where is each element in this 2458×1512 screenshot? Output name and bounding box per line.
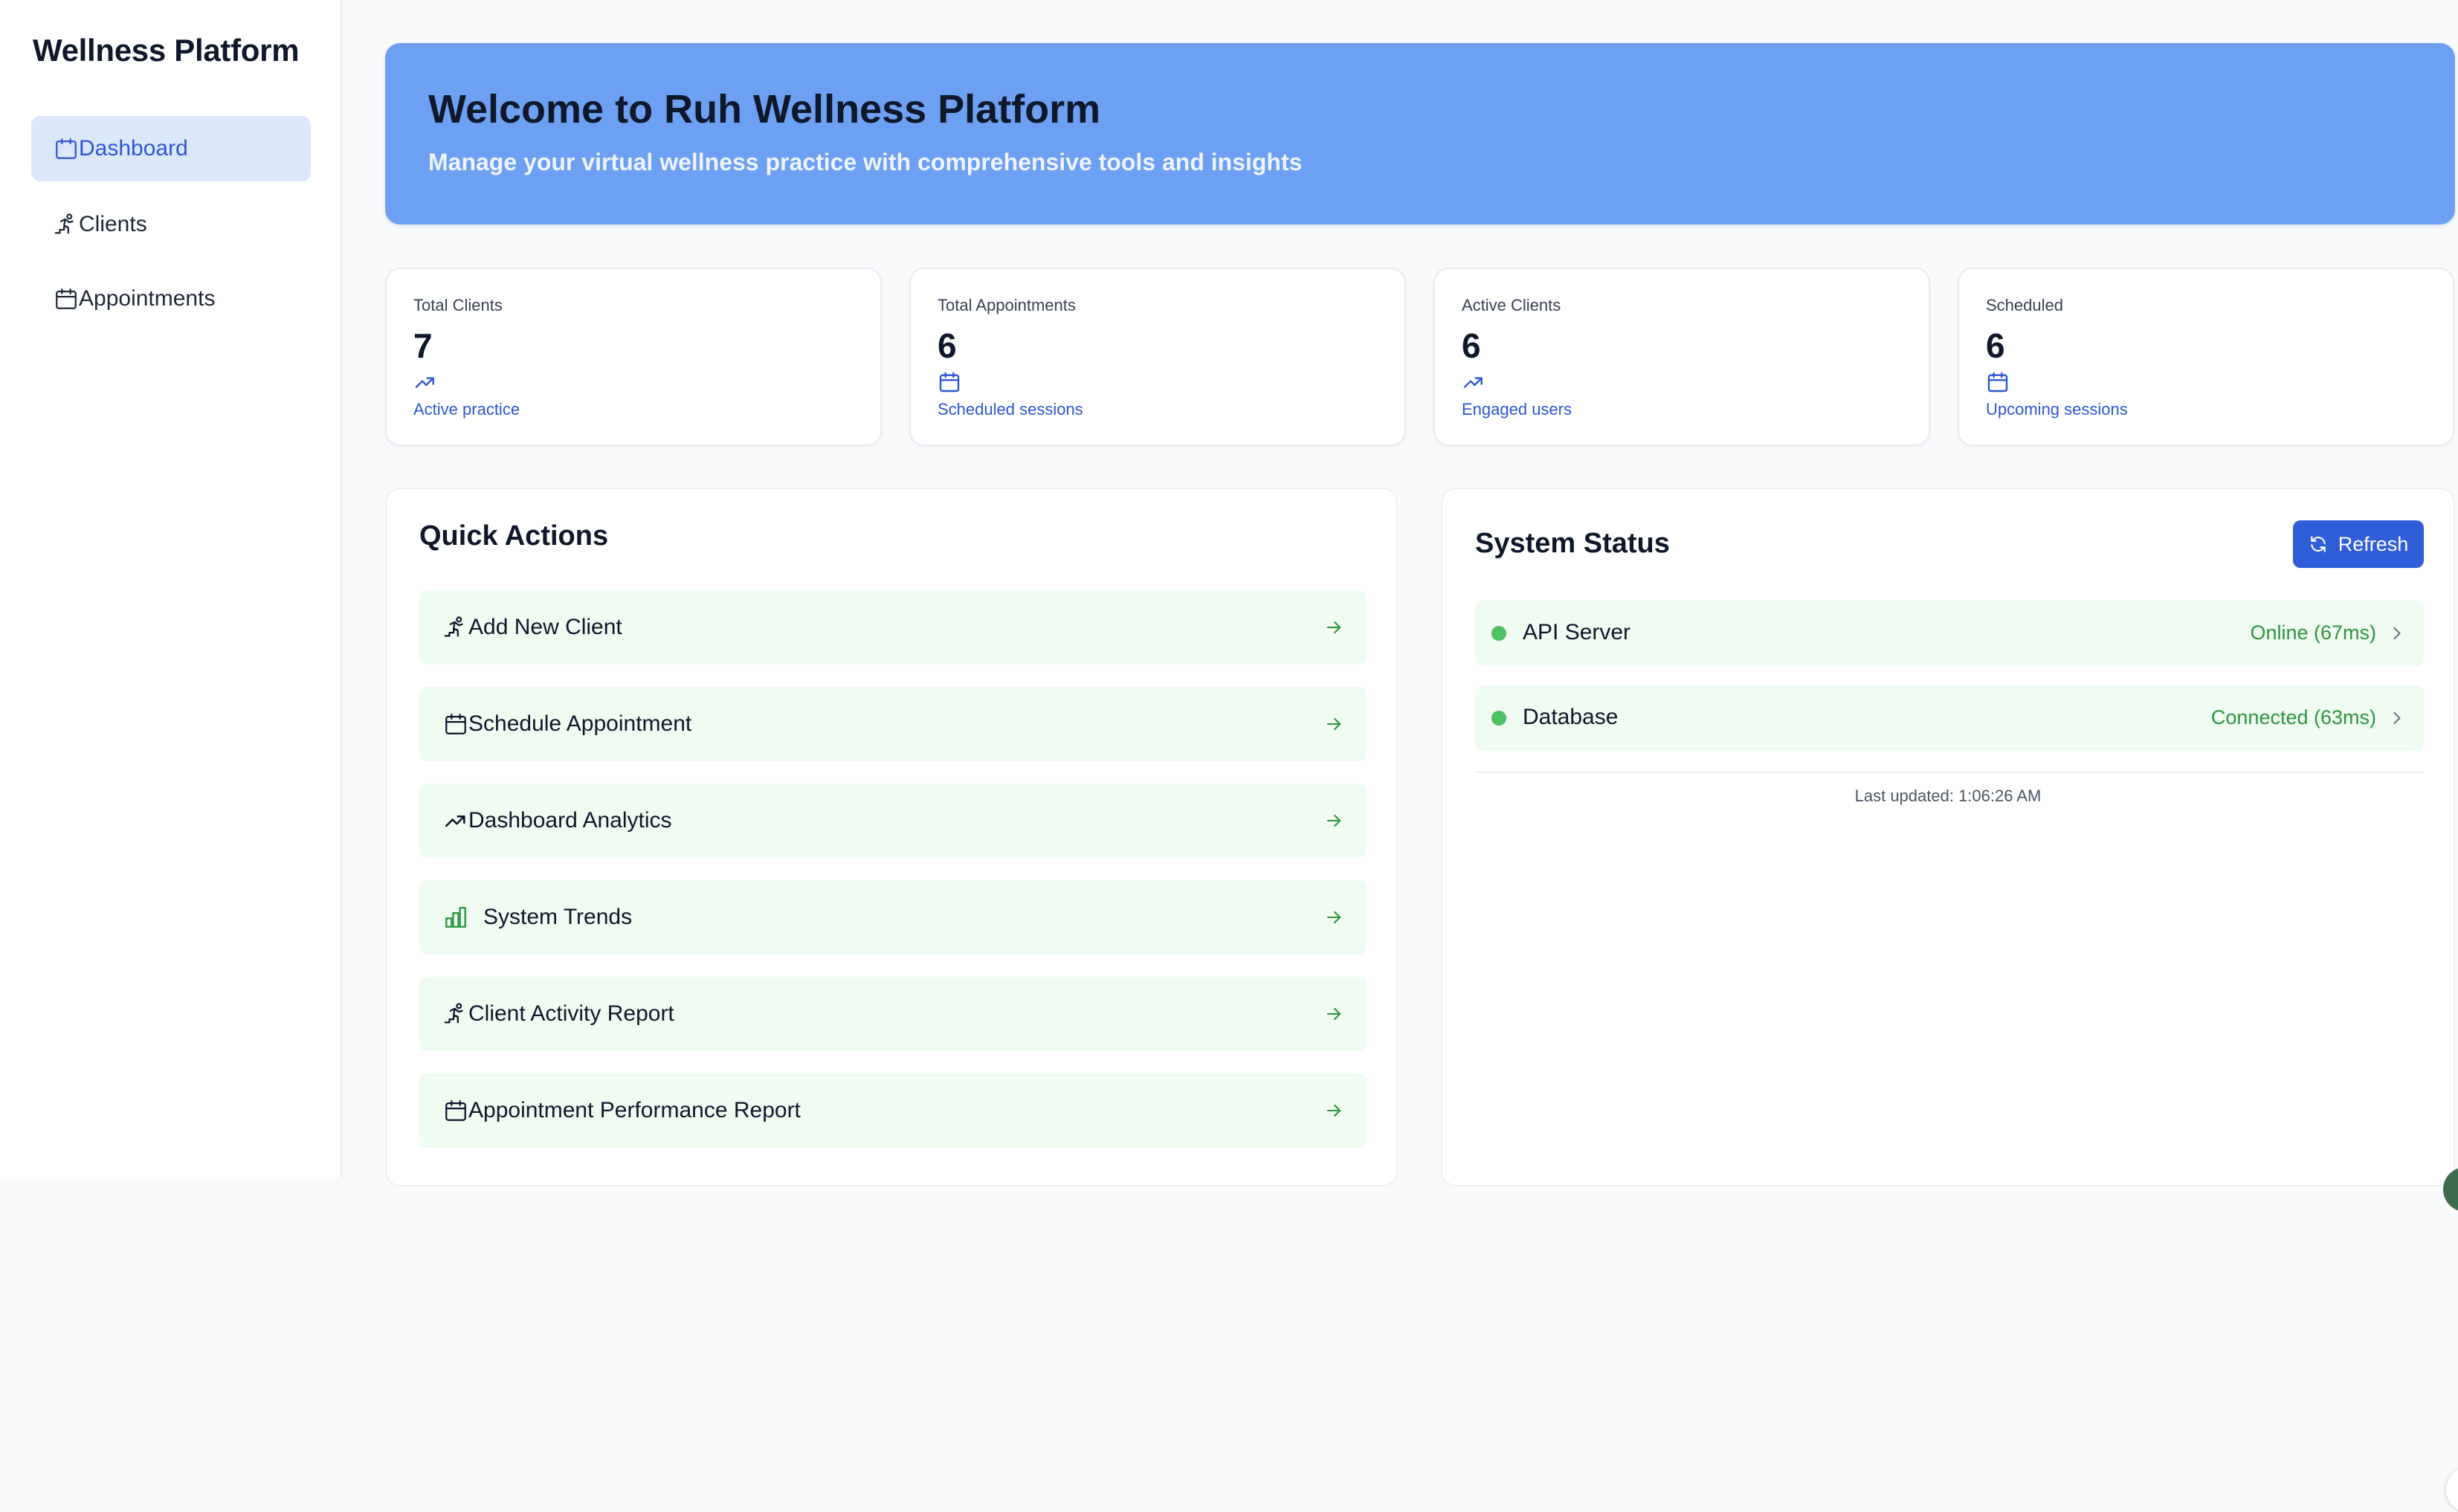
- stat-footnote: Scheduled sessions: [938, 400, 1083, 419]
- schedule-appointment-button[interactable]: Schedule Appointment: [419, 687, 1367, 761]
- welcome-banner: Welcome to Ruh Wellness Platform Manage …: [385, 43, 2455, 224]
- arrow-right-icon: [1323, 714, 1344, 734]
- status-dot: [1491, 626, 1506, 641]
- stat-value: 6: [1462, 326, 1481, 365]
- action-label: Dashboard Analytics: [468, 808, 672, 833]
- stat-value: 6: [938, 326, 957, 365]
- refresh-button[interactable]: Refresh: [2293, 520, 2424, 568]
- floating-edge-button[interactable]: [2443, 1167, 2458, 1212]
- refresh-label: Refresh: [2338, 532, 2409, 555]
- appointment-performance-report-button[interactable]: Appointment Performance Report: [419, 1073, 1367, 1148]
- client-activity-report-button[interactable]: Client Activity Report: [419, 977, 1367, 1051]
- arrow-right-icon: [1323, 1100, 1344, 1121]
- sidebar: Wellness Platform Dashboard Clients Appo…: [0, 0, 342, 1177]
- dashboard-analytics-button[interactable]: Dashboard Analytics: [419, 784, 1367, 858]
- stat-card-total-appointments: Total Appointments 6 Scheduled sessions: [909, 268, 1406, 446]
- user-stairs-icon: [443, 1001, 468, 1027]
- status-row-api-server[interactable]: API Server Online (67ms): [1475, 601, 2424, 666]
- floating-edge-button[interactable]: [2446, 1467, 2458, 1512]
- service-status: Online (67ms): [2250, 621, 2376, 644]
- sidebar-item-dashboard[interactable]: Dashboard: [31, 116, 311, 181]
- stat-card-active-clients: Active Clients 6 Engaged users: [1433, 268, 1930, 446]
- stat-card-total-clients: Total Clients 7 Active practice: [385, 268, 882, 446]
- user-stairs-icon: [443, 615, 468, 640]
- calendar-icon: [1986, 370, 2010, 394]
- stat-value: 7: [413, 326, 433, 365]
- quick-actions-panel: Quick Actions Add New Client Schedule Ap…: [385, 488, 1398, 1186]
- arrow-right-icon: [1323, 810, 1344, 831]
- stat-card-scheduled: Scheduled 6 Upcoming sessions: [1958, 268, 2454, 446]
- stat-footnote: Engaged users: [1462, 400, 1572, 419]
- system-status-panel: System Status Refresh API Server Online …: [1441, 488, 2458, 1512]
- stat-label: Total Clients: [413, 296, 503, 314]
- action-label: System Trends: [483, 905, 633, 929]
- status-dot: [1491, 711, 1506, 726]
- panel-title: System Status: [1475, 528, 1670, 559]
- sidebar-item-label: Dashboard: [79, 136, 188, 161]
- system-trends-button[interactable]: System Trends: [419, 880, 1367, 954]
- sidebar-item-label: Clients: [79, 212, 147, 236]
- last-updated-text: Last updated: 1:06:26 AM: [1854, 786, 2042, 805]
- brand-title: Wellness Platform: [33, 33, 300, 68]
- sidebar-item-clients[interactable]: Clients: [31, 192, 311, 257]
- calendar-icon: [54, 286, 79, 311]
- divider: [1475, 772, 2424, 773]
- page-subtitle: Manage your virtual wellness practice wi…: [428, 149, 1303, 175]
- arrow-right-icon: [1323, 1004, 1344, 1024]
- calendar-icon: [443, 711, 468, 737]
- bar-chart-icon: [443, 905, 468, 930]
- trending-up-icon: [443, 808, 468, 833]
- arrow-right-icon: [1323, 617, 1344, 638]
- service-name: API Server: [1523, 620, 1631, 644]
- add-new-client-button[interactable]: Add New Client: [419, 590, 1367, 665]
- user-stairs-icon: [54, 212, 79, 237]
- arrow-right-icon: [1323, 907, 1344, 928]
- status-row-database[interactable]: Database Connected (63ms): [1475, 685, 2424, 751]
- action-label: Client Activity Report: [468, 1001, 674, 1026]
- stat-footnote: Upcoming sessions: [1986, 400, 2128, 419]
- stat-footnote: Active practice: [413, 400, 520, 419]
- trending-up-icon: [413, 370, 437, 394]
- sidebar-item-label: Appointments: [79, 286, 216, 311]
- panel-title: Quick Actions: [419, 520, 609, 552]
- action-label: Appointment Performance Report: [468, 1098, 801, 1122]
- action-label: Add New Client: [468, 615, 622, 639]
- service-status: Connected (63ms): [2210, 706, 2376, 728]
- chevron-right-icon: [2387, 623, 2407, 644]
- stat-label: Active Clients: [1462, 296, 1561, 314]
- calendar-icon: [54, 136, 79, 161]
- chevron-right-icon: [2387, 708, 2407, 728]
- stat-value: 6: [1986, 326, 2005, 365]
- trending-up-icon: [1462, 370, 1486, 394]
- action-label: Schedule Appointment: [468, 711, 692, 736]
- refresh-icon: [2309, 534, 2328, 554]
- page-title: Welcome to Ruh Wellness Platform: [428, 87, 1101, 132]
- stat-label: Scheduled: [1986, 296, 2063, 314]
- calendar-icon: [938, 370, 961, 394]
- service-name: Database: [1523, 705, 1619, 729]
- stat-label: Total Appointments: [938, 296, 1076, 314]
- sidebar-item-appointments[interactable]: Appointments: [31, 266, 311, 332]
- calendar-icon: [443, 1098, 468, 1123]
